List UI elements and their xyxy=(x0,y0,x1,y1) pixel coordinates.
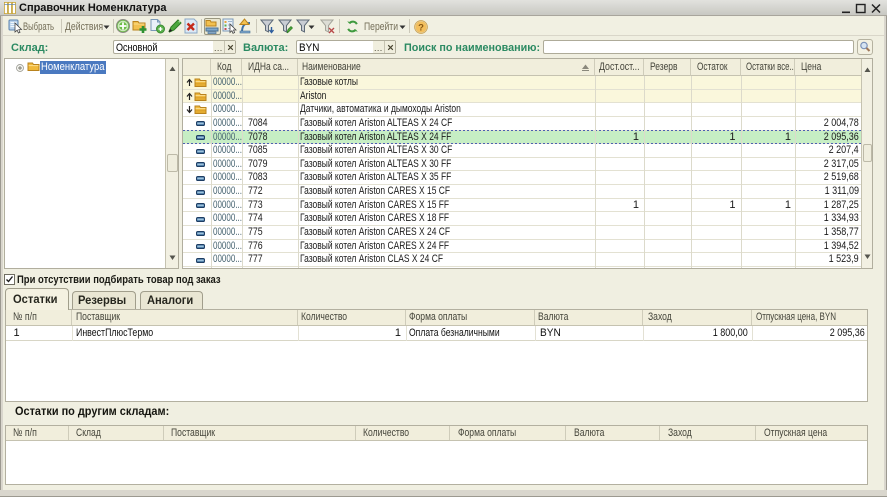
svg-text:?: ? xyxy=(418,23,424,34)
